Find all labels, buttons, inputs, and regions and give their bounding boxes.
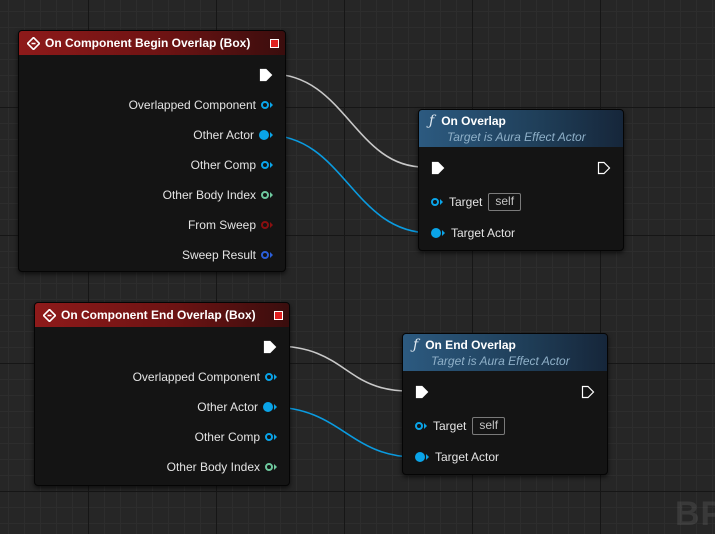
pin-label: Target — [433, 419, 467, 433]
pin-arrow-icon — [270, 162, 273, 168]
on-overlap-header[interactable]: ƒ On Overlap Target is Aura Effect Actor — [419, 110, 623, 147]
exec-pin-icon — [259, 68, 273, 82]
object-pin-connected-icon — [415, 452, 425, 462]
blueprint-watermark: BP — [675, 495, 715, 533]
end-other-actor-pin[interactable]: Other Actor — [197, 400, 277, 414]
pin-arrow-icon — [424, 423, 427, 429]
object-pin-connected-icon — [259, 130, 269, 140]
pin-arrow-icon — [270, 132, 273, 138]
exec-pin-icon — [415, 385, 429, 399]
begin-other-body-index-pin[interactable]: Other Body Index — [163, 188, 273, 202]
on-end-overlap-function-node[interactable]: ƒ On End Overlap Target is Aura Effect A… — [402, 333, 608, 475]
pin-arrow-icon — [274, 464, 277, 470]
object-pin-icon — [261, 161, 269, 169]
pin-label: Sweep Result — [181, 248, 256, 262]
end-other-comp-pin[interactable]: Other Comp — [195, 430, 277, 444]
on-overlap-subtitle: Target is Aura Effect Actor — [447, 130, 586, 144]
on-end-overlap-header[interactable]: ƒ On End Overlap Target is Aura Effect A… — [403, 334, 607, 371]
function-f-icon: ƒ — [429, 113, 435, 129]
end-overlapped-component-pin[interactable]: Overlapped Component — [133, 370, 277, 384]
pin-label: Other Comp — [194, 430, 260, 444]
pin-label: Other Comp — [190, 158, 256, 172]
pin-arrow-icon — [270, 102, 273, 108]
begin-overlap-header[interactable]: On Component Begin Overlap (Box) — [19, 31, 285, 55]
close-square-icon[interactable] — [270, 38, 279, 48]
begin-exec-out-pin[interactable] — [259, 68, 273, 82]
pin-label: Other Body Index — [162, 188, 256, 202]
object-pin-connected-icon — [263, 402, 273, 412]
pin-arrow-icon — [274, 434, 277, 440]
end-overlap-title: On Component End Overlap (Box) — [61, 308, 256, 322]
object-pin-icon — [261, 101, 269, 109]
close-square-icon[interactable] — [274, 310, 283, 320]
end-other-body-index-pin[interactable]: Other Body Index — [167, 460, 277, 474]
object-pin-connected-icon — [431, 228, 441, 238]
object-pin-icon — [415, 422, 423, 430]
on-end-overlap-target-pin[interactable]: Target self — [415, 417, 506, 435]
int-pin-icon — [265, 463, 273, 471]
on-end-overlap-exec-in-pin[interactable] — [415, 385, 429, 399]
pin-arrow-icon — [274, 404, 277, 410]
pin-label: From Sweep — [187, 218, 256, 232]
other-actor-wire-begin — [265, 134, 432, 234]
pin-arrow-icon — [270, 222, 273, 228]
pin-arrow-icon — [440, 199, 443, 205]
int-pin-icon — [261, 191, 269, 199]
pin-label: Other Actor — [197, 400, 258, 414]
target-self-field[interactable]: self — [488, 193, 522, 211]
struct-pin-icon — [261, 251, 269, 259]
object-pin-icon — [265, 433, 273, 441]
pin-label: Target — [449, 195, 483, 209]
pin-arrow-icon — [270, 252, 273, 258]
pin-label: Other Body Index — [166, 460, 260, 474]
event-diamond-icon — [43, 308, 56, 322]
on-end-overlap-exec-out-pin[interactable] — [581, 385, 595, 399]
exec-pin-icon — [597, 161, 611, 175]
begin-overlap-event-node[interactable]: On Component Begin Overlap (Box) Overlap… — [18, 30, 286, 272]
pin-label: Target Actor — [451, 226, 516, 240]
on-overlap-function-node[interactable]: ƒ On Overlap Target is Aura Effect Actor… — [418, 109, 624, 251]
on-end-overlap-title: On End Overlap — [425, 338, 516, 352]
pin-arrow-icon — [270, 192, 273, 198]
target-self-field[interactable]: self — [472, 417, 506, 435]
pin-label: Overlapped Component — [128, 98, 256, 112]
begin-from-sweep-pin[interactable]: From Sweep — [188, 218, 273, 232]
begin-sweep-result-pin[interactable]: Sweep Result — [182, 248, 273, 262]
exec-pin-icon — [431, 161, 445, 175]
on-overlap-target-pin[interactable]: Target self — [431, 193, 522, 211]
pin-arrow-icon — [274, 374, 277, 380]
begin-overlap-title: On Component Begin Overlap (Box) — [45, 36, 251, 50]
on-end-overlap-target-actor-pin[interactable]: Target Actor — [415, 450, 499, 464]
begin-other-actor-pin[interactable]: Other Actor — [193, 128, 273, 142]
pin-label: Other Actor — [193, 128, 254, 142]
function-f-icon: ƒ — [413, 337, 419, 353]
exec-wire-begin — [270, 73, 425, 168]
on-end-overlap-subtitle: Target is Aura Effect Actor — [431, 354, 570, 368]
on-overlap-exec-out-pin[interactable] — [597, 161, 611, 175]
begin-overlapped-component-pin[interactable]: Overlapped Component — [129, 98, 273, 112]
end-overlap-event-node[interactable]: On Component End Overlap (Box) Overlappe… — [34, 302, 290, 486]
on-overlap-target-actor-pin[interactable]: Target Actor — [431, 226, 515, 240]
bool-pin-icon — [261, 221, 269, 229]
exec-pin-icon — [581, 385, 595, 399]
pin-label: Overlapped Component — [132, 370, 260, 384]
pin-arrow-icon — [442, 230, 445, 236]
end-exec-out-pin[interactable] — [263, 340, 277, 354]
end-overlap-header[interactable]: On Component End Overlap (Box) — [35, 303, 289, 327]
object-pin-icon — [431, 198, 439, 206]
on-overlap-title: On Overlap — [441, 114, 506, 128]
other-actor-wire-end — [270, 406, 416, 458]
object-pin-icon — [265, 373, 273, 381]
pin-label: Target Actor — [435, 450, 500, 464]
pin-arrow-icon — [426, 454, 429, 460]
begin-other-comp-pin[interactable]: Other Comp — [191, 158, 273, 172]
event-diamond-icon — [27, 36, 40, 50]
exec-pin-icon — [263, 340, 277, 354]
on-overlap-exec-in-pin[interactable] — [431, 161, 445, 175]
exec-wire-end — [274, 345, 409, 392]
